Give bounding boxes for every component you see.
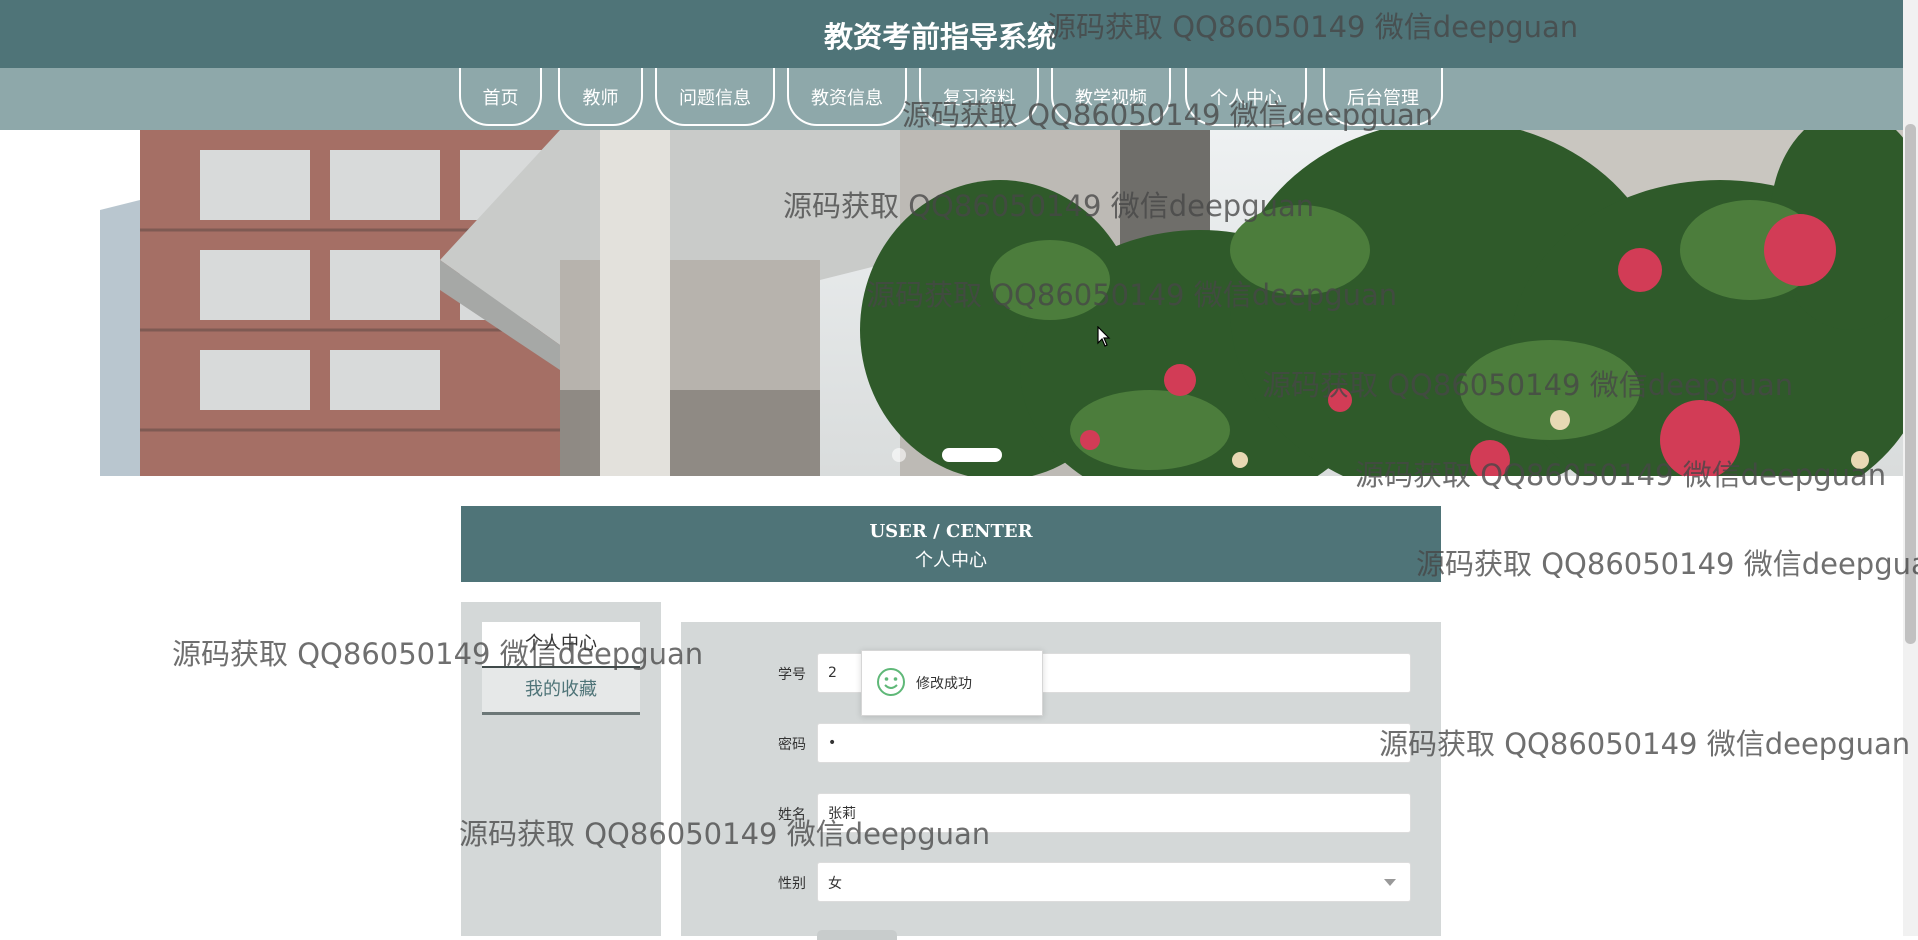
sidebar-item-personal-center[interactable]: 个人中心 <box>482 622 640 669</box>
section-header: USER / CENTER 个人中心 <box>461 506 1441 582</box>
success-toast: 修改成功 <box>861 650 1043 716</box>
nav-item-teacher[interactable]: 教师 <box>558 68 643 126</box>
sidebar-item-favorites[interactable]: 我的收藏 <box>482 668 640 715</box>
nav-item-home[interactable]: 首页 <box>459 68 542 126</box>
nav-item-review-materials[interactable]: 复习资料 <box>919 68 1039 126</box>
site-header: 教资考前指导系统 <box>0 0 1903 68</box>
page-scrollbar-thumb[interactable] <box>1905 124 1916 644</box>
submit-button[interactable] <box>817 930 897 940</box>
nav-item-exam-info[interactable]: 教资信息 <box>787 68 907 126</box>
mouse-cursor-icon <box>1097 325 1111 352</box>
toast-message: 修改成功 <box>916 676 972 692</box>
password-label: 密码 <box>778 737 806 753</box>
watermark-text: 源码获取 QQ86050149 微信deepguan <box>1416 547 1918 581</box>
carousel-dot-1[interactable] <box>892 448 906 462</box>
name-input[interactable] <box>817 793 1411 833</box>
chevron-down-icon <box>1384 879 1396 886</box>
section-title-en: USER / CENTER <box>869 521 1033 542</box>
banner-image <box>0 130 1903 476</box>
gender-select[interactable]: 女 <box>817 862 1411 902</box>
nav-item-questions[interactable]: 问题信息 <box>655 68 775 126</box>
section-title-cn: 个人中心 <box>915 550 987 571</box>
watermark-text: 源码获取 QQ86050149 微信deepguan <box>1379 727 1911 761</box>
nav-item-personal-center[interactable]: 个人中心 <box>1185 68 1307 126</box>
name-label: 姓名 <box>778 807 806 823</box>
site-title: 教资考前指导系统 <box>823 20 1056 54</box>
banner-carousel[interactable] <box>0 130 1903 476</box>
student-id-label: 学号 <box>778 667 806 683</box>
gender-select-value: 女 <box>828 876 842 892</box>
password-input[interactable] <box>817 723 1411 763</box>
carousel-dot-2[interactable] <box>942 448 1002 462</box>
nav-item-admin[interactable]: 后台管理 <box>1323 68 1443 126</box>
nav-item-teaching-videos[interactable]: 教学视频 <box>1051 68 1171 126</box>
smile-icon <box>876 667 906 701</box>
gender-label: 性别 <box>778 876 806 892</box>
